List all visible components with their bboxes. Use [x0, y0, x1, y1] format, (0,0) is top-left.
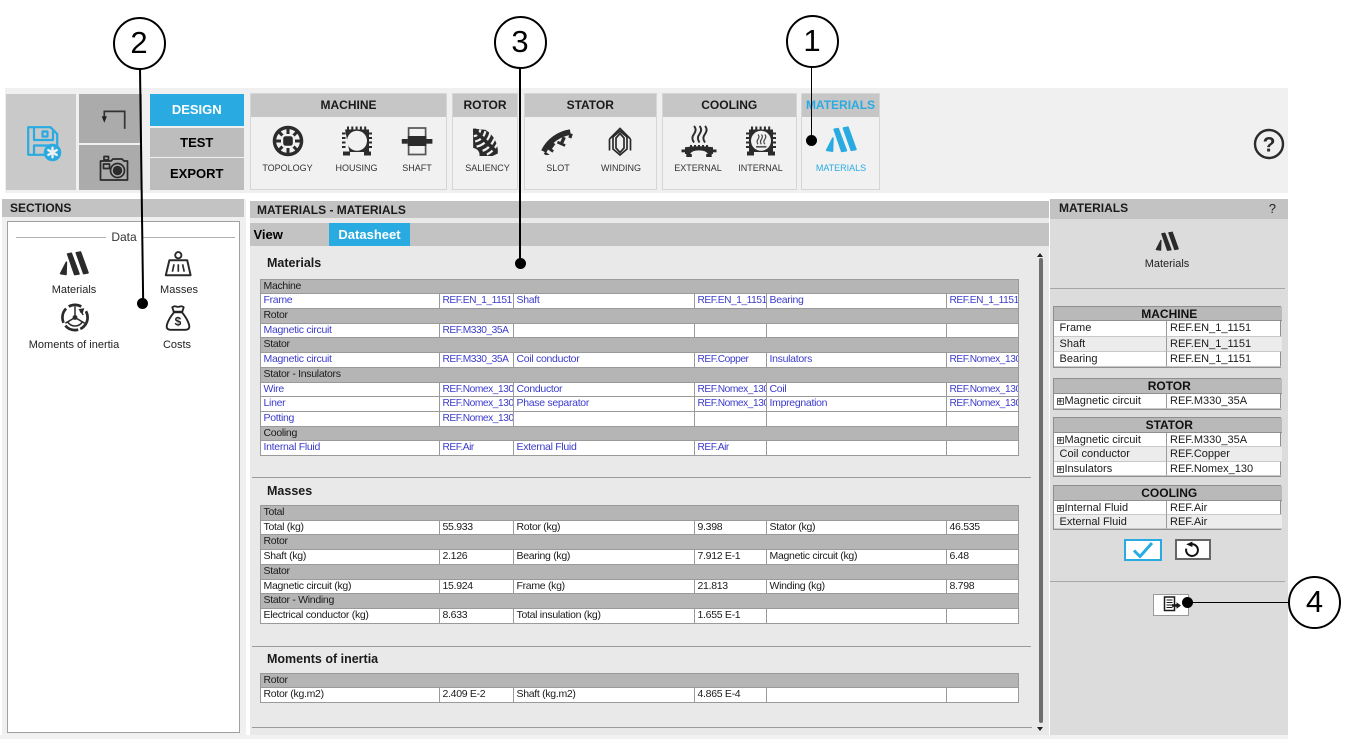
- svg-text:$: $: [174, 315, 181, 329]
- svg-text:?: ?: [1262, 133, 1275, 156]
